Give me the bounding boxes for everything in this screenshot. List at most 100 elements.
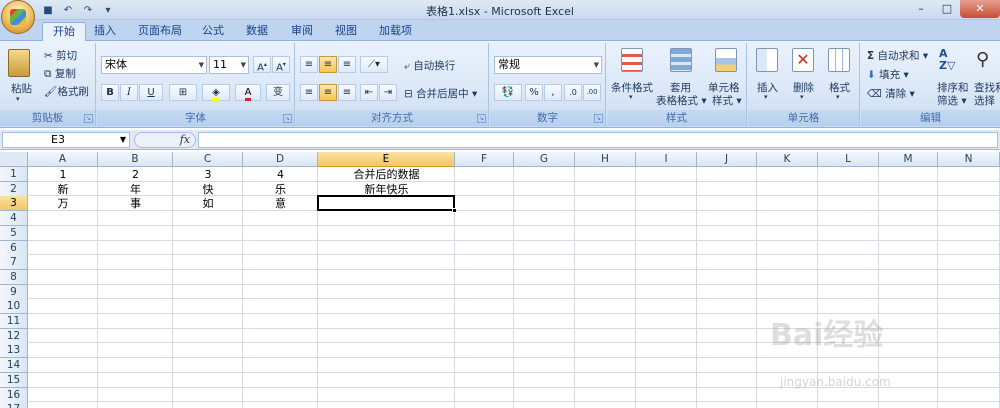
bold-button[interactable]: B	[101, 84, 119, 101]
wrap-text-button[interactable]: ⤶ 自动换行	[404, 58, 455, 73]
row-header-17[interactable]: 17	[0, 402, 28, 408]
merge-center-button[interactable]: ⊟ 合并后居中 ▾	[404, 86, 477, 101]
font-color-button[interactable]: A	[235, 84, 261, 101]
cell-b1[interactable]: 2	[98, 167, 173, 182]
shrink-font-button[interactable]: A▾	[272, 56, 290, 73]
column-header-a[interactable]: A	[28, 152, 98, 167]
close-icon[interactable]: ✕	[960, 0, 1000, 18]
clipboard-launcher-icon[interactable]: ↘	[84, 114, 93, 123]
name-box[interactable]: E3 ▼	[2, 132, 130, 148]
select-all-button[interactable]	[0, 152, 28, 167]
column-header-b[interactable]: B	[98, 152, 173, 167]
row-header-11[interactable]: 11	[0, 314, 28, 329]
format-painter-button[interactable]: 🖌格式刷	[44, 84, 89, 99]
column-header-j[interactable]: J	[697, 152, 757, 167]
comma-button[interactable]: ,	[544, 84, 562, 101]
cell-c1[interactable]: 3	[173, 167, 243, 182]
column-header-c[interactable]: C	[173, 152, 243, 167]
row-header-14[interactable]: 14	[0, 358, 28, 374]
office-button[interactable]	[1, 0, 35, 34]
cell-d2[interactable]: 乐	[243, 182, 318, 197]
cell-c3[interactable]: 如	[173, 196, 243, 211]
tab-home[interactable]: 开始	[42, 22, 86, 42]
worksheet-grid[interactable]: ABCDEFGHIJKLMN12345678910111213141516171…	[0, 152, 1000, 408]
row-header-8[interactable]: 8	[0, 269, 28, 285]
cell-e1[interactable]: 合并后的数据	[318, 167, 455, 182]
row-header-9[interactable]: 9	[0, 284, 28, 300]
grow-font-button[interactable]: A▴	[253, 56, 271, 73]
tab-data[interactable]: 数据	[236, 22, 278, 41]
formula-input[interactable]	[198, 132, 998, 148]
align-left-button[interactable]: ≡	[300, 84, 318, 101]
decrease-decimal-button[interactable]: .00	[583, 84, 601, 101]
percent-button[interactable]: %	[525, 84, 543, 101]
number-launcher-icon[interactable]: ↘	[594, 114, 603, 123]
tab-insert[interactable]: 插入	[84, 22, 126, 41]
column-header-h[interactable]: H	[575, 152, 636, 167]
cell-c2[interactable]: 快	[173, 182, 243, 197]
phonetic-button[interactable]: 变	[266, 84, 290, 101]
column-header-d[interactable]: D	[243, 152, 318, 167]
column-header-g[interactable]: G	[514, 152, 575, 167]
fill-color-button[interactable]: ◈	[202, 84, 230, 101]
italic-button[interactable]: I	[120, 84, 138, 101]
copy-button[interactable]: ⧉ 复制	[44, 66, 76, 81]
column-header-m[interactable]: M	[879, 152, 938, 167]
column-header-i[interactable]: I	[636, 152, 697, 167]
row-header-10[interactable]: 10	[0, 299, 28, 315]
borders-button[interactable]: ⊞	[169, 84, 197, 101]
row-header-2[interactable]: 2	[0, 181, 28, 197]
active-cell-cursor[interactable]	[317, 195, 457, 214]
column-header-n[interactable]: N	[938, 152, 1000, 167]
row-header-1[interactable]: 1	[0, 167, 28, 182]
orientation-button[interactable]: ⟋▾	[360, 56, 388, 73]
cell-a1[interactable]: 1	[28, 167, 98, 182]
cell-a2[interactable]: 新	[28, 182, 98, 197]
tab-view[interactable]: 视图	[325, 22, 367, 41]
clear-button[interactable]: ⌫ 清除 ▾	[867, 86, 915, 101]
cell-b3[interactable]: 事	[98, 196, 173, 211]
underline-button[interactable]: U	[139, 84, 163, 101]
font-launcher-icon[interactable]: ↘	[283, 114, 292, 123]
minimize-icon[interactable]: –	[908, 0, 934, 18]
row-header-12[interactable]: 12	[0, 328, 28, 344]
align-top-button[interactable]: ≡	[300, 56, 318, 73]
insert-function-button[interactable]: fx	[134, 132, 196, 148]
align-center-button[interactable]: ≡	[319, 84, 337, 101]
cell-b2[interactable]: 年	[98, 182, 173, 197]
align-bottom-button[interactable]: ≡	[338, 56, 356, 73]
alignment-launcher-icon[interactable]: ↘	[477, 114, 486, 123]
row-header-15[interactable]: 15	[0, 372, 28, 388]
tab-formulas[interactable]: 公式	[192, 22, 234, 41]
currency-format-button[interactable]: 💱	[494, 84, 522, 101]
cut-button[interactable]: ✂ 剪切	[44, 48, 77, 63]
maximize-icon[interactable]: □	[934, 0, 960, 18]
column-header-f[interactable]: F	[455, 152, 514, 167]
row-header-5[interactable]: 5	[0, 225, 28, 241]
row-header-16[interactable]: 16	[0, 387, 28, 403]
column-header-e[interactable]: E	[318, 152, 455, 167]
tab-add-ins[interactable]: 加载项	[369, 22, 422, 41]
fill-handle[interactable]	[452, 208, 457, 214]
decrease-indent-button[interactable]: ⇤	[360, 84, 378, 101]
row-header-4[interactable]: 4	[0, 211, 28, 227]
font-size-select[interactable]: 11 ▼	[209, 56, 249, 74]
row-header-13[interactable]: 13	[0, 343, 28, 359]
increase-decimal-button[interactable]: .0	[564, 84, 582, 101]
row-header-7[interactable]: 7	[0, 255, 28, 271]
column-header-l[interactable]: L	[818, 152, 879, 167]
row-header-3[interactable]: 3	[0, 196, 28, 212]
font-name-select[interactable]: 宋体 ▼	[101, 56, 207, 74]
increase-indent-button[interactable]: ⇥	[379, 84, 397, 101]
fill-button[interactable]: ⬇ 填充 ▾	[867, 67, 909, 82]
cell-d1[interactable]: 4	[243, 167, 318, 182]
number-format-select[interactable]: 常规 ▼	[494, 56, 602, 74]
tab-review[interactable]: 审阅	[281, 22, 323, 41]
row-header-6[interactable]: 6	[0, 240, 28, 256]
align-middle-button[interactable]: ≡	[319, 56, 337, 73]
autosum-button[interactable]: Σ 自动求和 ▾	[867, 48, 928, 63]
tab-page-layout[interactable]: 页面布局	[128, 22, 192, 41]
align-right-button[interactable]: ≡	[338, 84, 356, 101]
column-header-k[interactable]: K	[757, 152, 818, 167]
cell-a3[interactable]: 万	[28, 196, 98, 211]
